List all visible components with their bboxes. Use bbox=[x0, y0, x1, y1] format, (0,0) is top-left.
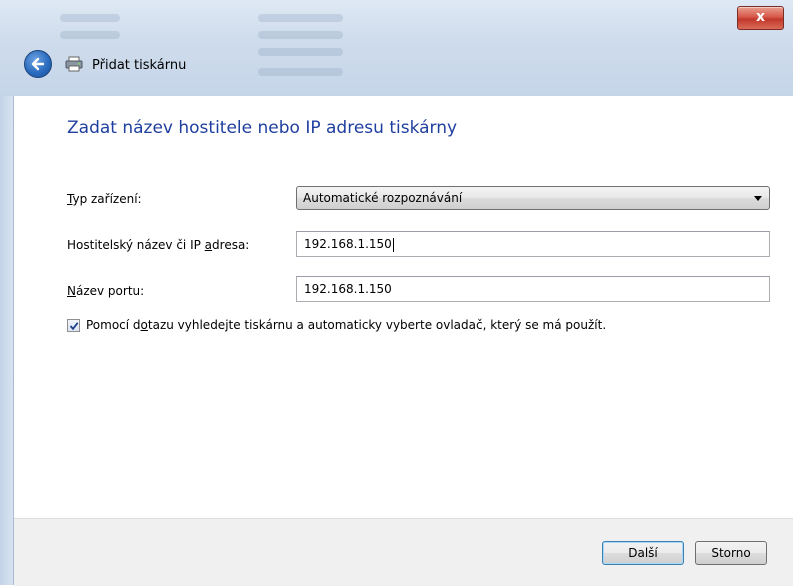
device-type-label: Typ zařízení: bbox=[67, 192, 142, 206]
accelerator-key: o bbox=[140, 318, 148, 332]
back-button[interactable] bbox=[24, 50, 52, 78]
page-heading: Zadat název hostitele nebo IP adresu tis… bbox=[67, 118, 458, 138]
hostname-label: Hostitelský název či IP adresa: bbox=[67, 238, 250, 252]
back-arrow-icon bbox=[31, 57, 45, 71]
window-title: Přidat tiskárnu bbox=[92, 58, 187, 73]
hostname-input[interactable]: 192.168.1.150 bbox=[296, 231, 770, 257]
port-name-label: Název portu: bbox=[67, 284, 145, 298]
window-frame-left bbox=[0, 96, 14, 585]
accelerator-key: N bbox=[67, 284, 76, 298]
background-ghost-text bbox=[258, 14, 343, 22]
background-ghost-text bbox=[258, 68, 343, 76]
hostname-value: 192.168.1.150 bbox=[304, 237, 392, 251]
query-printer-label[interactable]: Pomocí dotazu vyhledejte tiskárnu a auto… bbox=[86, 318, 606, 332]
cancel-button[interactable]: Storno bbox=[695, 541, 767, 565]
background-ghost-text bbox=[60, 14, 120, 22]
dropdown-arrow-icon bbox=[754, 196, 762, 201]
checkmark-icon bbox=[69, 322, 79, 331]
accelerator-key: a bbox=[204, 238, 213, 252]
close-icon: x bbox=[755, 9, 766, 25]
printer-icon bbox=[65, 56, 83, 72]
background-ghost-text bbox=[60, 31, 120, 39]
device-type-select[interactable]: Automatické rozpoznávání bbox=[296, 186, 770, 210]
title-bar: x Přidat tiskárnu bbox=[0, 0, 793, 97]
port-name-value: 192.168.1.150 bbox=[304, 282, 392, 296]
port-name-input[interactable]: 192.168.1.150 bbox=[296, 276, 770, 302]
close-button[interactable]: x bbox=[737, 6, 784, 30]
device-type-value: Automatické rozpoznávání bbox=[303, 191, 463, 205]
text-caret bbox=[392, 237, 394, 252]
background-ghost-text bbox=[258, 31, 343, 39]
next-button[interactable]: Další bbox=[602, 541, 684, 565]
wizard-content bbox=[14, 96, 793, 518]
query-printer-checkbox[interactable] bbox=[67, 319, 80, 332]
background-ghost-text bbox=[258, 48, 343, 56]
